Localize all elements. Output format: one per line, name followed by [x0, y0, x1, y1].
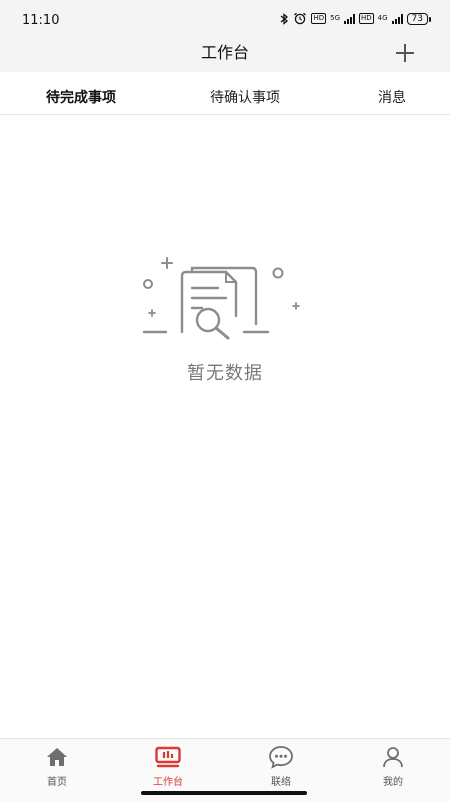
bottom-nav-workbench[interactable]: 工作台	[133, 745, 203, 788]
user-icon	[383, 747, 403, 768]
nav-bar: 工作台	[0, 42, 450, 72]
bottom-nav-home[interactable]: 首页	[22, 745, 92, 788]
empty-state: 暂无数据	[0, 250, 450, 385]
bottom-nav-mine[interactable]: 我的	[358, 745, 428, 788]
status-time: 11:10	[22, 13, 60, 28]
bottom-nav-contact[interactable]: 联络	[246, 745, 316, 788]
alarm-icon	[294, 12, 307, 25]
chat-icon	[269, 746, 293, 769]
network-4g: 4G	[378, 15, 388, 22]
bluetooth-icon	[281, 12, 289, 25]
plus-icon[interactable]	[394, 42, 416, 64]
empty-state-text: 暂无数据	[187, 363, 263, 384]
bottom-nav-home-label: 首页	[47, 777, 67, 788]
network-4g-label: 4G	[377, 14, 388, 22]
tab-to-confirm[interactable]: 待确认事项	[210, 72, 280, 124]
bottom-nav-workbench-label: 工作台	[153, 777, 183, 788]
bottom-nav-mine-label: 我的	[383, 777, 403, 788]
tab-messages[interactable]: 消息	[378, 72, 406, 124]
hd-badge-2: HD	[359, 13, 374, 24]
battery-icon: 73	[406, 12, 432, 25]
status-bar: 11:10 HD 5G HD 4G 73	[0, 0, 450, 42]
tab-pending[interactable]: 待完成事项	[46, 72, 116, 124]
network-5g-label: 5G	[330, 14, 340, 22]
home-indicator	[141, 791, 307, 795]
workbench-icon	[155, 746, 181, 768]
tab-bar: 待完成事项 待确认事项 消息	[0, 72, 450, 115]
empty-document-search-icon	[142, 257, 300, 340]
network-5g: 5G	[330, 15, 340, 22]
page-title: 工作台	[200, 43, 249, 62]
hd-badge-1: HD	[311, 13, 327, 24]
signal-icon-2	[391, 13, 403, 24]
status-icons: HD 5G HD 4G 73	[279, 12, 432, 25]
home-icon	[47, 748, 67, 766]
bottom-nav-contact-label: 联络	[271, 777, 291, 788]
signal-icon-1	[344, 13, 355, 24]
